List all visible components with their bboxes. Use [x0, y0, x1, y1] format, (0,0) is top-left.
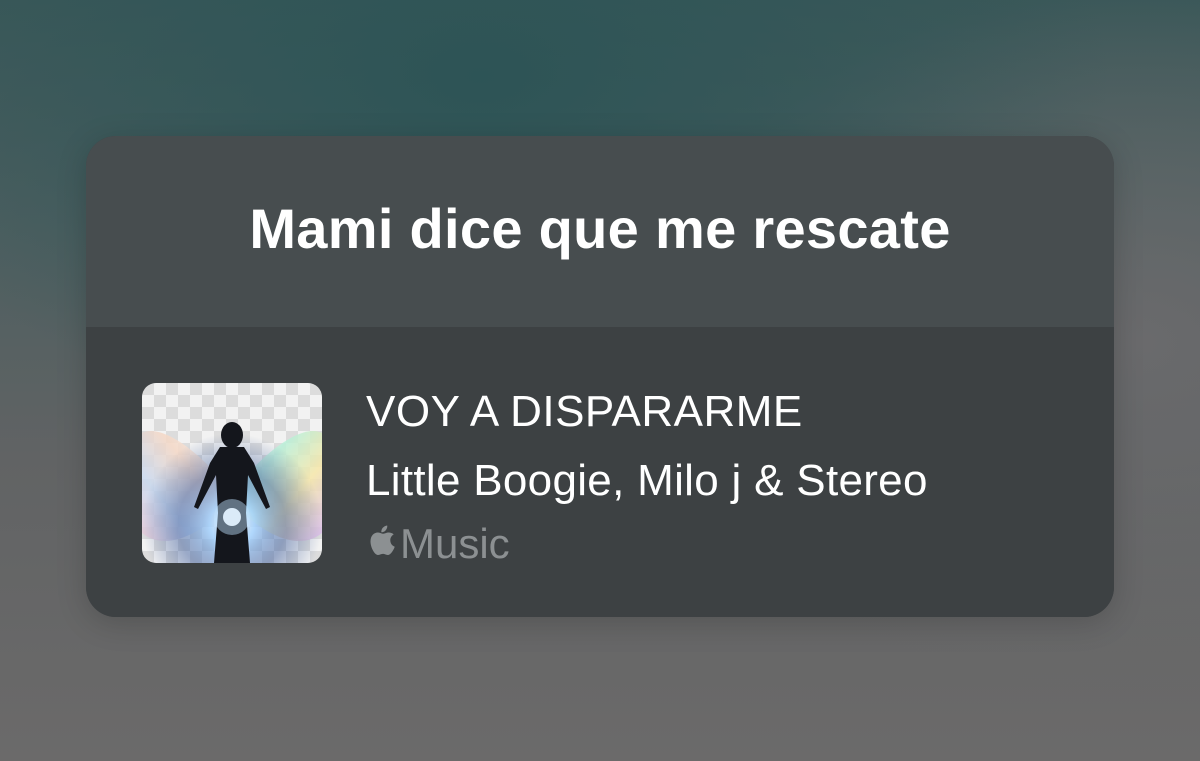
lyric-section: Mami dice que me rescate	[86, 136, 1114, 327]
lyric-line: Mami dice que me rescate	[249, 197, 951, 260]
song-artist[interactable]: Little Boogie, Milo j & Stereo	[366, 456, 928, 506]
album-artwork-image	[142, 383, 322, 563]
apple-music-badge[interactable]: Music	[366, 520, 510, 568]
song-lyric-card[interactable]: Mami dice que me rescate VOY A DISPARARM…	[86, 136, 1114, 617]
song-info-section[interactable]: VOY A DISPARARME Little Boogie, Milo j &…	[86, 327, 1114, 617]
service-label: Music	[400, 520, 510, 567]
album-artwork[interactable]	[142, 383, 322, 563]
song-title[interactable]: VOY A DISPARARME	[366, 387, 803, 437]
apple-logo-icon	[370, 525, 395, 555]
